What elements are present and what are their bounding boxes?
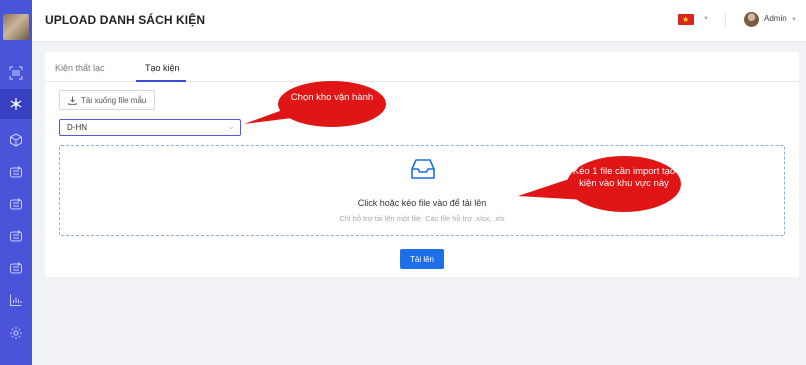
sidebar [0,0,32,365]
tab-lost-packages[interactable]: Kiện thất lạc [55,63,105,73]
transfer-icon [10,230,22,242]
warehouse-select-value: D-HN [67,123,87,132]
sidebar-item-scan[interactable] [0,58,32,88]
asterisk-icon [10,98,22,110]
dropzone-title: Click hoặc kéo file vào để tải lên [357,198,487,208]
sidebar-item-packages[interactable] [0,125,32,155]
sidebar-item-transfer-3[interactable] [0,221,32,251]
chevron-down-icon: ⌄ [227,121,235,131]
sidebar-item-settings[interactable] [0,318,32,348]
file-dropzone[interactable]: Click hoặc kéo file vào để tải lên Chỉ h… [59,145,785,236]
chevron-down-icon[interactable]: ▼ [703,16,709,22]
active-tab-indicator [136,80,186,82]
top-header: UPLOAD DANH SÁCH KIỆN ★ ▼ Admin ▼ [32,0,806,42]
app-logo[interactable] [3,14,29,40]
dropzone-hint: Chỉ hỗ trợ tải lên một file. Các file hỗ… [339,214,505,223]
callout-text-warehouse: Chọn kho vận hành [290,92,374,103]
download-template-label: Tải xuống file mẫu [81,95,147,105]
chevron-down-icon[interactable]: ▼ [791,17,797,23]
warehouse-select[interactable]: D-HN ⌄ [59,119,241,136]
download-template-button[interactable]: Tải xuống file mẫu [59,90,156,110]
box-icon [10,133,22,147]
upload-button[interactable]: Tải lên [400,249,444,269]
barcode-scan-icon [9,66,23,80]
inbox-icon [411,159,435,179]
tab-bar: Kiện thất lạc Tạo kiện [45,52,799,82]
avatar[interactable] [744,12,759,27]
callout-text-dropzone: Kéo 1 file cần import tạo kiện vào khu v… [572,166,676,189]
header-divider [725,12,726,28]
bar-chart-icon [10,294,22,306]
sidebar-item-transfer-4[interactable] [0,253,32,283]
sidebar-item-reports[interactable] [0,285,32,315]
settings-sun-icon [10,327,22,339]
vietnam-flag-icon[interactable]: ★ [678,14,694,25]
transfer-icon [10,198,22,210]
username[interactable]: Admin [764,14,787,23]
sidebar-item-transfer-1[interactable] [0,157,32,187]
main-card: Kiện thất lạc Tạo kiện Tải xuống file mẫ… [45,52,799,277]
sidebar-item-create-package[interactable] [0,89,32,119]
transfer-icon [10,262,22,274]
page-title: UPLOAD DANH SÁCH KIỆN [45,13,206,27]
tab-create-package[interactable]: Tạo kiện [145,63,180,73]
transfer-icon [10,166,22,178]
download-icon [68,96,77,105]
sidebar-item-transfer-2[interactable] [0,189,32,219]
